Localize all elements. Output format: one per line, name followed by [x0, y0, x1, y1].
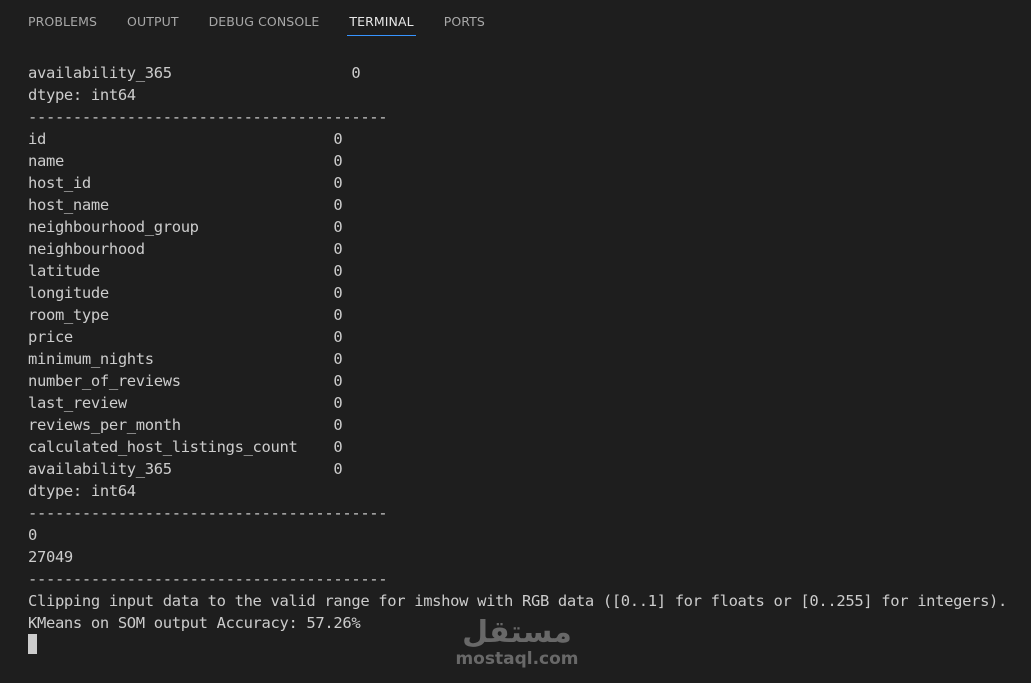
terminal-line: reviews_per_month 0	[28, 416, 343, 434]
watermark-latin-text: mostaql.com	[455, 649, 579, 669]
terminal-line: 27049	[28, 548, 73, 566]
terminal-line: ----------------------------------------	[28, 570, 388, 588]
terminal-panel: PROBLEMS OUTPUT DEBUG CONSOLE TERMINAL P…	[0, 0, 1031, 683]
terminal-line: neighbourhood 0	[28, 240, 343, 258]
terminal-line: availability_365 0	[28, 460, 343, 478]
terminal-line: latitude 0	[28, 262, 343, 280]
tab-ports[interactable]: PORTS	[444, 0, 485, 30]
terminal-line: minimum_nights 0	[28, 350, 343, 368]
tab-terminal[interactable]: TERMINAL	[347, 0, 416, 36]
terminal-line: id 0	[28, 130, 343, 148]
terminal-line: calculated_host_listings_count 0	[28, 438, 343, 456]
terminal-cursor	[28, 634, 37, 654]
terminal-line: last_review 0	[28, 394, 343, 412]
terminal-line: ----------------------------------------	[28, 108, 388, 126]
tab-output[interactable]: OUTPUT	[127, 0, 179, 30]
tab-debug-console[interactable]: DEBUG CONSOLE	[209, 0, 320, 30]
terminal-line: host_id 0	[28, 174, 343, 192]
terminal-line: Clipping input data to the valid range f…	[28, 592, 1008, 610]
terminal-line: longitude 0	[28, 284, 343, 302]
terminal-line: name 0	[28, 152, 343, 170]
terminal-line: price 0	[28, 328, 343, 346]
terminal-line: neighbourhood_group 0	[28, 218, 343, 236]
watermark-arabic-text: مستقل	[462, 615, 572, 650]
terminal-line: dtype: int64	[28, 482, 136, 500]
panel-tab-bar: PROBLEMS OUTPUT DEBUG CONSOLE TERMINAL P…	[0, 0, 1031, 44]
terminal-line: ----------------------------------------	[28, 504, 388, 522]
terminal-line: host_name 0	[28, 196, 343, 214]
terminal-line: room_type 0	[28, 306, 343, 324]
terminal-line: dtype: int64	[28, 86, 136, 104]
terminal-line: availability_365 0	[28, 64, 361, 82]
tab-problems[interactable]: PROBLEMS	[28, 0, 97, 30]
mostaql-watermark-logo: مستقل mostaql.com	[452, 616, 582, 672]
terminal-line: 0	[28, 526, 37, 544]
terminal-line: number_of_reviews 0	[28, 372, 343, 390]
terminal-output[interactable]: availability_365 0 dtype: int64 --------…	[28, 62, 1018, 662]
